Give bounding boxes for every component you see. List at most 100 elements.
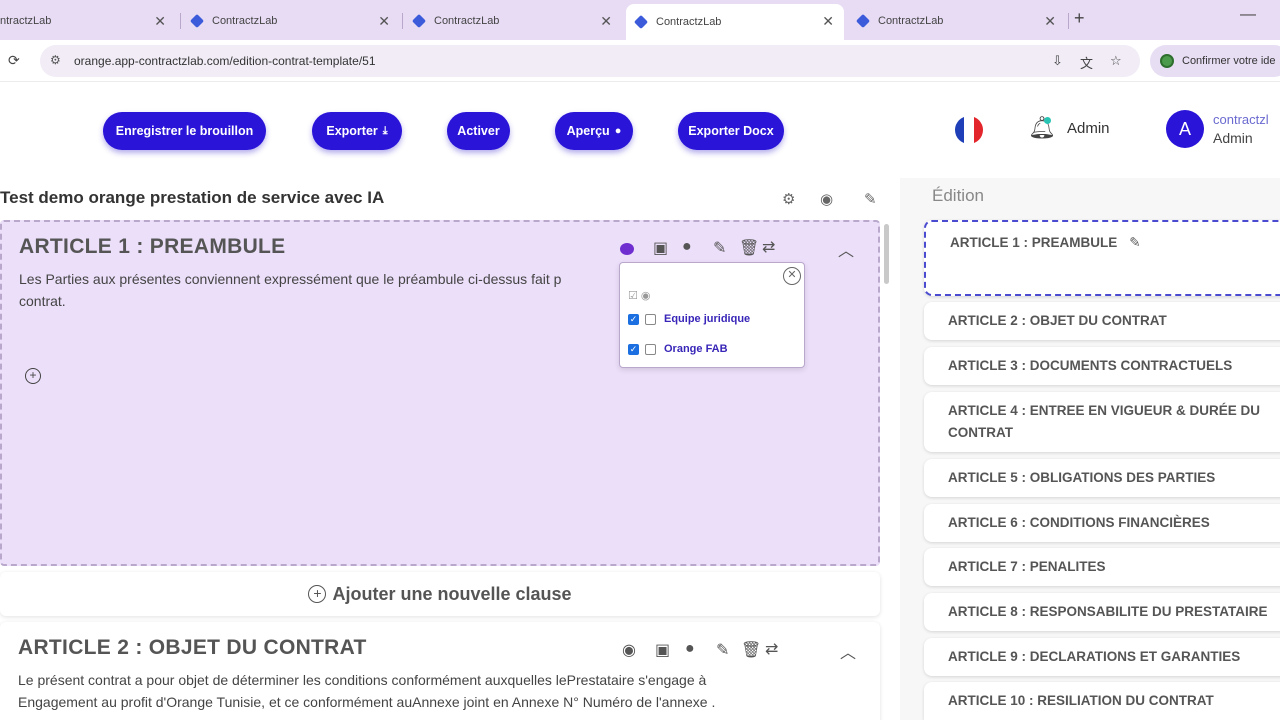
view-eye-icon[interactable]: ◉ (820, 190, 833, 208)
edit-pencil-icon[interactable]: ✎ (864, 190, 877, 208)
french-flag-icon[interactable] (955, 116, 983, 144)
article-1-title: ARTICLE 1 : PREAMBULE (19, 235, 286, 258)
preview-eye-icon: ● (614, 125, 622, 137)
settings-gear-icon[interactable]: ⚙ (782, 190, 795, 208)
address-bar[interactable]: ⚙ orange.app-contractzlab.com/edition-co… (40, 45, 1140, 77)
edition-article-item[interactable]: ARTICLE 7 : PENALITES (924, 548, 1280, 586)
download-icon: ⤓ (382, 124, 388, 137)
edition-article-label: ARTICLE 1 : PREAMBULE (950, 235, 1118, 250)
avatar-initial: A (1178, 118, 1191, 139)
browser-tab-active[interactable]: ContractzLab ✕ (626, 4, 844, 40)
add-clause-label: Ajouter une nouvelle clause (332, 583, 572, 604)
edit-pencil-icon[interactable]: ✎ (716, 640, 729, 660)
article-1-text-line: contrat. (19, 293, 66, 309)
edition-article-label: ARTICLE 7 : PENALITES (948, 559, 1106, 574)
article-2-text-line: Le présent contrat a pour objet de déter… (18, 672, 707, 688)
edit-checkbox[interactable] (645, 343, 656, 355)
edit-pencil-icon[interactable]: ✎ (713, 238, 726, 258)
swap-arrows-icon[interactable]: ⇄ (762, 237, 775, 257)
tab-title: ContractzLab (878, 15, 944, 27)
visibility-option[interactable]: ✓ Orange FAB (628, 343, 728, 355)
export-docx-label: Exporter Docx (688, 124, 774, 138)
edition-article-item[interactable]: ARTICLE 5 : OBLIGATIONS DES PARTIES (924, 459, 1280, 497)
edition-article-item[interactable]: ARTICLE 2 : OBJET DU CONTRAT (924, 302, 1280, 340)
close-popup-icon[interactable]: ✕ (783, 267, 801, 285)
user-name: contractzl (1213, 112, 1269, 127)
export-button[interactable]: Exporter ⤓ (312, 112, 402, 150)
edition-article-item[interactable]: ARTICLE 4 : ENTREE EN VIGUEUR & DURÉE DU… (924, 392, 1280, 452)
add-clause-button[interactable]: + Ajouter une nouvelle clause (0, 572, 880, 616)
comments-icon[interactable]: ● (685, 640, 695, 658)
edition-article-label: ARTICLE 3 : DOCUMENTS CONTRACTUELS (948, 358, 1233, 373)
collapse-chevron-icon[interactable]: ︿ (838, 237, 854, 261)
url-text[interactable]: orange.app-contractzlab.com/edition-cont… (74, 54, 376, 68)
collapse-chevron-icon[interactable]: ︿ (840, 639, 856, 663)
user-role: Admin (1213, 130, 1253, 146)
edition-article-item[interactable]: ARTICLE 9 : DECLARATIONS ET GARANTIES (924, 638, 1280, 676)
comments-icon[interactable]: ● (682, 238, 692, 256)
scrollbar[interactable] (884, 224, 889, 284)
tab-title: ContractzLab (434, 15, 500, 27)
contractzlab-favicon-icon (633, 14, 649, 30)
swap-arrows-icon[interactable]: ⇄ (765, 639, 778, 659)
contractzlab-favicon-icon (855, 13, 871, 29)
delete-trash-icon[interactable]: 🗑︎ (739, 238, 759, 258)
notification-bell-icon[interactable]: 🔔︎ (1028, 115, 1056, 141)
new-tab-icon[interactable]: + (1074, 8, 1085, 29)
visibility-popup: ✕ ☑ ◉ ✓ Equipe juridique ✓ Orange FAB (619, 262, 805, 368)
edition-article-label: ARTICLE 10 : RESILIATION DU CONTRAT (948, 693, 1214, 708)
avatar[interactable]: A (1166, 110, 1204, 148)
export-docx-button[interactable]: Exporter Docx (678, 112, 784, 150)
article-2-title: ARTICLE 2 : OBJET DU CONTRAT (18, 636, 367, 659)
close-tab-icon[interactable]: ✕ (1044, 13, 1056, 30)
browser-tab[interactable]: ntractzLab ✕ (0, 6, 176, 36)
browser-tab[interactable]: ContractzLab ✕ (848, 6, 1066, 36)
browser-tab[interactable]: ContractzLab ✕ (182, 6, 400, 36)
edition-article-item[interactable]: ARTICLE 1 : PREAMBULE ✎ (924, 220, 1280, 296)
tab-title: ContractzLab (656, 16, 722, 28)
edition-article-item[interactable]: ARTICLE 10 : RESILIATION DU CONTRAT (924, 682, 1280, 720)
minimize-window-icon[interactable]: — (1240, 6, 1256, 24)
translate-icon[interactable]: 文 (1080, 53, 1093, 72)
tab-title: ContractzLab (212, 15, 278, 27)
confirm-chip-label: Confirmer votre ide (1182, 55, 1276, 67)
profile-confirm-chip[interactable]: Confirmer votre ide (1150, 45, 1280, 77)
edition-article-label: ARTICLE 2 : OBJET DU CONTRAT (948, 313, 1167, 328)
preview-button[interactable]: Aperçu ● (555, 112, 633, 150)
visibility-option-label: Equipe juridique (664, 313, 751, 325)
contractzlab-favicon-icon (411, 13, 427, 29)
activate-label: Activer (457, 124, 500, 138)
delete-trash-icon[interactable]: 🗑︎ (741, 640, 761, 660)
edition-article-label: ARTICLE 5 : OBLIGATIONS DES PARTIES (948, 470, 1216, 485)
edition-article-item[interactable]: ARTICLE 6 : CONDITIONS FINANCIÈRES (924, 504, 1280, 542)
browser-toolbar: ⟳ ⚙ orange.app-contractzlab.com/edition-… (0, 40, 1280, 82)
visibility-checkbox[interactable]: ✓ (628, 313, 639, 325)
close-tab-icon[interactable]: ✕ (378, 13, 390, 30)
browser-tab-strip: ntractzLab ✕ ContractzLab ✕ ContractzLab… (0, 0, 1280, 40)
save-draft-label: Enregistrer le brouillon (115, 124, 254, 138)
ai-chip-icon[interactable]: ▣ (655, 640, 670, 660)
add-circle-icon: + (308, 585, 327, 603)
ai-chip-icon[interactable]: ▣ (653, 238, 668, 258)
add-inline-icon[interactable]: + (25, 368, 41, 384)
visibility-option[interactable]: ✓ Equipe juridique (628, 313, 750, 325)
reload-icon[interactable]: ⟳ (8, 52, 20, 69)
save-draft-button[interactable]: Enregistrer le brouillon (103, 112, 266, 150)
edit-pencil-icon[interactable]: ✎ (1129, 232, 1140, 254)
activate-button[interactable]: Activer (447, 112, 510, 150)
visibility-checkbox[interactable]: ✓ (628, 343, 639, 355)
site-settings-icon[interactable]: ⚙ (50, 53, 61, 67)
article-1-text-line: Les Parties aux présentes conviennent ex… (19, 271, 562, 287)
edition-article-item[interactable]: ARTICLE 3 : DOCUMENTS CONTRACTUELS (924, 347, 1280, 385)
close-tab-icon[interactable]: ✕ (154, 13, 166, 30)
close-tab-icon[interactable]: ✕ (600, 13, 612, 30)
edit-checkbox[interactable] (645, 313, 656, 325)
edition-article-item[interactable]: ARTICLE 8 : RESPONSABILITE DU PRESTATAIR… (924, 593, 1280, 631)
visibility-eye-icon[interactable] (620, 243, 634, 255)
close-tab-icon[interactable]: ✕ (822, 13, 834, 30)
browser-tab[interactable]: ContractzLab ✕ (404, 6, 622, 36)
visibility-eye-icon[interactable]: ◉ (622, 640, 636, 660)
bookmark-star-icon[interactable]: ☆ (1110, 53, 1122, 69)
install-app-icon[interactable]: ⇩ (1052, 53, 1063, 69)
notification-badge (1044, 117, 1051, 124)
